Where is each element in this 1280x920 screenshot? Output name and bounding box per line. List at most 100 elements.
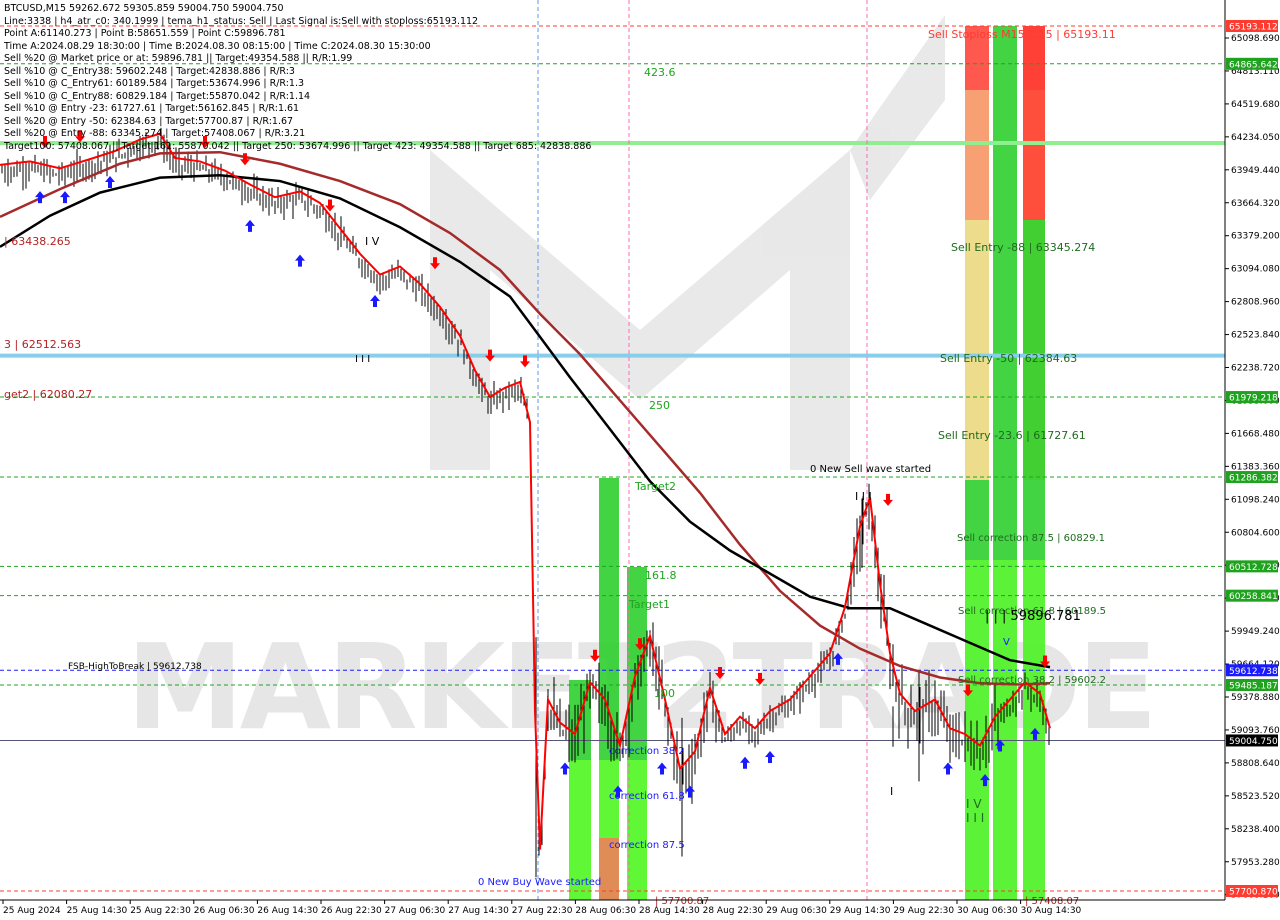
annotation-label: I V: [966, 797, 982, 811]
price-tick-label: 61383.360: [1231, 462, 1280, 472]
annotation-label: | 63438.265: [4, 235, 71, 248]
info-line: Sell %10 @ Entry -23: 61727.61 | Target:…: [4, 103, 300, 114]
price-tick-label: 63379.200: [1231, 232, 1280, 242]
annotation-label: Sell correction 38.2 | 59602.2: [958, 675, 1106, 686]
info-line: Sell %20 @ Market price or at: 59896.781…: [4, 53, 353, 64]
annotation-label: 0 New Buy Wave started: [478, 877, 601, 888]
info-line: Sell %10 @ C_Entry61: 60189.584 | Target…: [4, 78, 305, 89]
price-tick-label: 63664.320: [1231, 199, 1280, 209]
info-line: Sell %10 @ C_Entry88: 60829.184 | Target…: [4, 90, 311, 102]
annotation-label: correction 61.8: [609, 791, 685, 802]
price-tick-label: 58238.400: [1231, 825, 1280, 835]
time-tick-label: 25 Aug 2024: [3, 906, 61, 916]
price-tag: 61979.218: [1226, 391, 1278, 404]
time-tick-label: 25 Aug 14:30: [67, 906, 128, 916]
price-tag: 57700.870: [1226, 885, 1278, 898]
price-tag-label: 60512.728: [1229, 563, 1278, 573]
entry-zone: [965, 90, 989, 220]
price-tag-label: 59485.187: [1229, 681, 1278, 691]
price-tick-label: 62523.840: [1231, 331, 1280, 341]
annotation-label: correction 38.2: [609, 746, 685, 757]
price-tick-label: 64519.680: [1231, 100, 1280, 110]
annotation-label: Sell correction 87.5 | 60829.1: [957, 533, 1105, 544]
price-tag: 60512.728: [1226, 560, 1278, 573]
annotation-label: Sell Entry -50 | 62384.63: [940, 352, 1077, 365]
price-tag-label: 61286.382: [1229, 474, 1278, 484]
price-tag-label: 59612.738: [1229, 667, 1278, 677]
price-tick-label: 63094.080: [1231, 265, 1280, 275]
time-tick-label: 29 Aug 14:30: [830, 906, 891, 916]
annotation-label: 100: [654, 687, 675, 700]
annotation-label: 250: [649, 399, 670, 412]
stoploss-zone: [1023, 26, 1045, 220]
time-tick-label: 27 Aug 14:30: [448, 906, 509, 916]
annotation-label: I: [890, 785, 893, 798]
time-tick-label: 25 Aug 22:30: [130, 906, 191, 916]
price-tag: 59004.750: [1226, 734, 1278, 747]
annotation-label: Sell Stoploss M15 1.15 | 65193.11: [928, 28, 1116, 41]
symbol-line: BTCUSD,M15 59262.672 59305.859 59004.750…: [4, 3, 284, 14]
annotation-label: | | | 59896.781: [985, 609, 1081, 624]
price-tick-label: 59378.880: [1231, 693, 1280, 703]
annotation-label: I I I: [966, 811, 984, 825]
target-line: Target100: 57408.067 || Target 161: 5587…: [4, 140, 592, 152]
target-zone: [627, 760, 647, 900]
annotation-label: I V: [365, 235, 380, 248]
info-line: Sell %20 @ Entry -50: 62384.63 | Target:…: [4, 115, 294, 127]
price-tag: 60258.841: [1226, 589, 1278, 602]
annotation-label: Target1: [628, 598, 670, 611]
annotation-label: Sell Entry -23.6 | 61727.61: [938, 429, 1086, 442]
price-tag: 61286.382: [1226, 471, 1278, 484]
price-tag: 65193.112: [1226, 20, 1278, 33]
annotation-label: FSB-HighToBreak | 59612.738: [68, 662, 202, 672]
price-tag-label: 65193.112: [1229, 23, 1278, 33]
price-tick-label: 63949.440: [1231, 166, 1280, 176]
price-tag-label: 57700.870: [1229, 888, 1278, 898]
price-tick-label: 61668.480: [1231, 429, 1280, 439]
price-tick-label: 62808.960: [1231, 298, 1280, 308]
price-tag: 59612.738: [1226, 664, 1278, 677]
price-tick-label: 58808.640: [1231, 759, 1280, 769]
annotation-label: get2 | 62080.27: [4, 388, 92, 401]
annotation-label: correction 87.5: [609, 840, 685, 851]
info-line: Sell %10 @ C_Entry38: 59602.248 | Target…: [4, 65, 295, 77]
annotation-label: Sell Entry -88 | 63345.274: [951, 241, 1095, 254]
price-tick-label: 59093.760: [1231, 726, 1280, 736]
price-tag-label: 61979.218: [1229, 394, 1278, 404]
time-tick-label: 29 Aug 06:30: [766, 906, 827, 916]
annotation-label: 161.8: [645, 569, 677, 582]
info-panel: BTCUSD,M15 59262.672 59305.859 59004.750…: [4, 3, 591, 153]
annotation-label: Target2: [634, 480, 676, 493]
annotation-label: 0 New Sell wave started: [810, 464, 931, 475]
trading-chart[interactable]: MARKET2TRADESell Stoploss M15 1.15 | 651…: [0, 0, 1280, 920]
time-tick-label: 28 Aug 06:30: [575, 906, 636, 916]
price-tick-label: 60804.600: [1231, 528, 1280, 538]
annotation-label: 423.6: [644, 66, 676, 79]
price-tag-label: 60258.841: [1229, 592, 1278, 602]
price-tag: 59485.187: [1226, 678, 1278, 691]
info-line: Point A:61140.273 | Point B:58651.559 | …: [4, 28, 286, 39]
time-tick-label: 30 Aug 14:30: [1021, 906, 1082, 916]
info-line: Sell %20 @ Entry -88: 63345.274 | Target…: [4, 128, 306, 139]
time-tick-label: 26 Aug 22:30: [321, 906, 382, 916]
time-tick-label: 29 Aug 22:30: [893, 906, 954, 916]
price-tick-label: 61098.240: [1231, 495, 1280, 505]
price-tag-label: 64865.642: [1229, 60, 1278, 70]
time-tick-label: 28 Aug 14:30: [639, 906, 700, 916]
time-tick-label: 27 Aug 22:30: [512, 906, 573, 916]
annotation-label: I I I: [855, 490, 872, 503]
price-tag-label: 59004.750: [1229, 737, 1278, 747]
price-tick-label: 58523.520: [1231, 792, 1280, 802]
annotation-label: 3 | 62512.563: [4, 338, 81, 351]
time-tick-label: 26 Aug 14:30: [257, 906, 318, 916]
info-line: Line:3338 | h4_atr_c0: 340.1999 | tema_h…: [4, 15, 479, 27]
price-tick-label: 65098.690: [1231, 34, 1280, 44]
annotation-label: I I I: [355, 354, 370, 365]
price-tick-label: 57953.280: [1231, 858, 1280, 868]
time-tick-label: 26 Aug 06:30: [194, 906, 255, 916]
time-tick-label: 27 Aug 06:30: [385, 906, 446, 916]
time-tick-label: 28 Aug 22:30: [703, 906, 764, 916]
annotation-label: V: [1003, 637, 1010, 648]
price-tag: 64865.642: [1226, 57, 1278, 70]
price-tick-label: 59949.240: [1231, 627, 1280, 637]
